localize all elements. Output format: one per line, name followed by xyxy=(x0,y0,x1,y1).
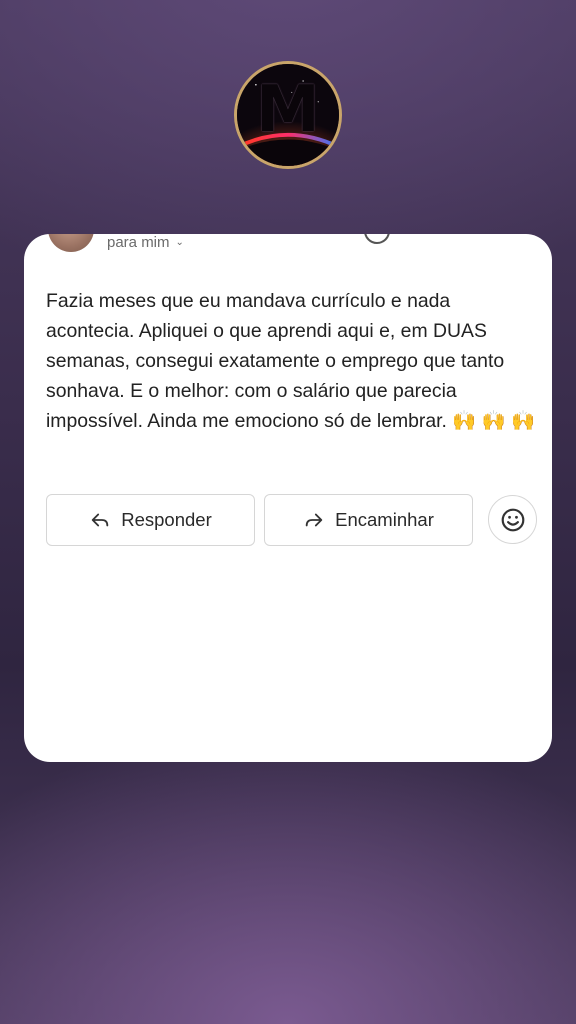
reply-button[interactable]: Responder xyxy=(46,494,255,546)
email-card: para mim ⌄ Fazia meses que eu mandava cu… xyxy=(24,234,552,762)
logo-letter: M xyxy=(256,73,320,147)
header-action-icon[interactable] xyxy=(364,234,390,244)
sender-avatar[interactable] xyxy=(48,234,94,252)
chevron-down-icon: ⌄ xyxy=(175,237,184,248)
recipient-label: para mim xyxy=(107,234,170,251)
reply-arrow-icon xyxy=(91,513,109,527)
recipient-toggle[interactable]: para mim ⌄ xyxy=(107,234,184,251)
emoji-reaction-button[interactable] xyxy=(488,495,537,544)
forward-arrow-icon xyxy=(305,513,323,527)
forward-label: Encaminhar xyxy=(335,509,434,530)
smiley-icon xyxy=(501,508,524,531)
reply-label: Responder xyxy=(121,509,212,530)
brand-logo: M xyxy=(234,61,342,169)
email-body: Fazia meses que eu mandava currículo e n… xyxy=(46,290,536,432)
forward-button[interactable]: Encaminhar xyxy=(264,494,473,546)
